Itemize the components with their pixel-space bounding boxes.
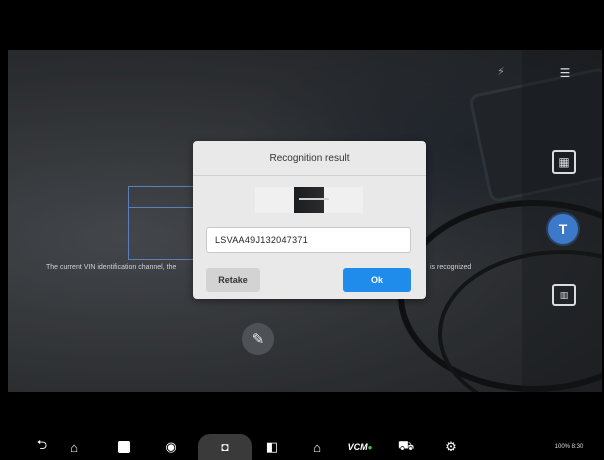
ok-button[interactable]: Ok bbox=[343, 268, 411, 292]
home-icon[interactable]: ⌂ bbox=[66, 438, 82, 456]
device-screen: The current VIN identification channel, … bbox=[0, 0, 604, 460]
garage-icon[interactable]: ⌂ bbox=[309, 438, 325, 456]
vcm-status-icon[interactable]: VCM ● bbox=[346, 438, 374, 456]
scan-hint-text-tail: is recognized bbox=[430, 264, 472, 271]
status-bar: 100% 8:30 bbox=[536, 438, 602, 456]
camera-icon: ◘ bbox=[221, 440, 229, 454]
vehicle-icon[interactable]: ⛟ bbox=[397, 438, 415, 456]
menu-icon[interactable]: ☰ bbox=[554, 62, 576, 84]
recognition-result-dialog: Recognition result LSVAA49J132047371 Ret… bbox=[193, 141, 426, 299]
vcm-connected-icon: ● bbox=[367, 442, 373, 452]
vin-scan-frame bbox=[128, 186, 195, 260]
edit-icon[interactable]: ✎ bbox=[242, 323, 274, 355]
recent-apps-icon[interactable] bbox=[118, 441, 130, 453]
status-text: 100% 8:30 bbox=[554, 444, 584, 450]
system-taskbar bbox=[0, 425, 604, 459]
diagnostics-icon[interactable]: ⚙ bbox=[440, 438, 462, 456]
vcm-label: VCM bbox=[347, 442, 368, 452]
browser-icon[interactable]: ◉ bbox=[162, 438, 180, 456]
text-recognition-icon[interactable]: T bbox=[548, 214, 578, 244]
retake-button[interactable]: Retake bbox=[206, 268, 260, 292]
dialog-title: Recognition result bbox=[193, 141, 426, 176]
scan-frame-icon[interactable]: ▦ bbox=[552, 150, 576, 174]
scan-hint-text: The current VIN identification channel, … bbox=[46, 264, 177, 271]
vin-capture-thumbnail bbox=[255, 187, 363, 213]
camera-tab[interactable]: ◘ bbox=[198, 434, 252, 460]
split-screen-icon[interactable]: ◧ bbox=[263, 438, 281, 456]
vin-plate-stripe bbox=[299, 198, 329, 200]
scan-frame-divider bbox=[129, 207, 195, 208]
vin-input[interactable]: LSVAA49J132047371 bbox=[206, 227, 411, 253]
flash-off-icon[interactable]: ⚡ bbox=[494, 64, 508, 78]
barcode-icon[interactable]: ▥ bbox=[552, 284, 576, 306]
back-icon[interactable]: ⮌ bbox=[34, 437, 50, 456]
